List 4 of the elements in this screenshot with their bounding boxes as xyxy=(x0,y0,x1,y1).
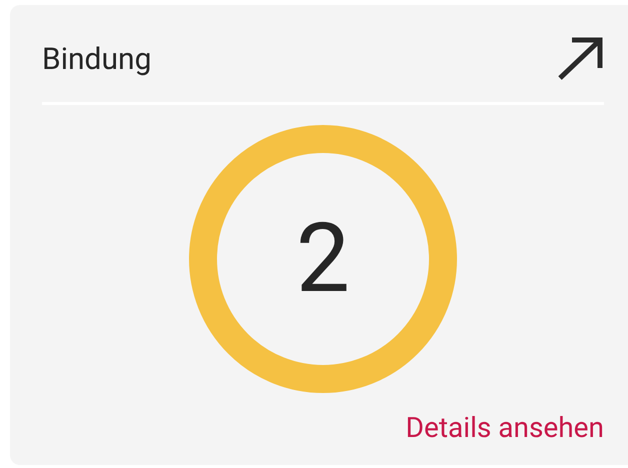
card-title: Bindung xyxy=(42,42,152,76)
value-text: 2 xyxy=(296,203,350,315)
details-link[interactable]: Details ansehen xyxy=(406,411,604,444)
arrow-icon[interactable] xyxy=(556,36,604,82)
